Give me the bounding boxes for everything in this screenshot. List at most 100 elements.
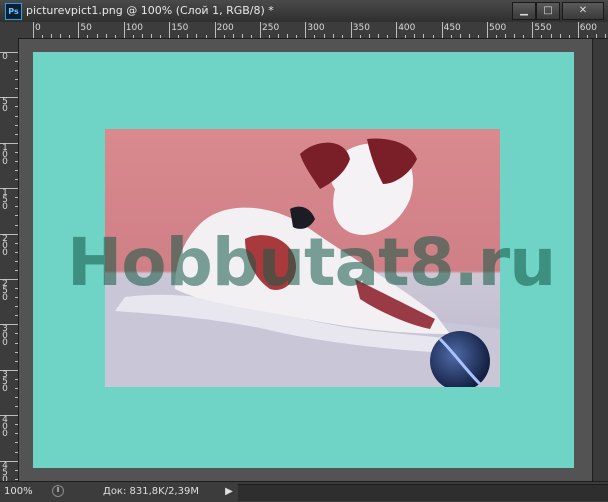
ruler-h-tick <box>441 22 443 38</box>
ruler-h-minor-tick <box>332 34 334 38</box>
vertical-scrollbar[interactable] <box>592 39 608 481</box>
ruler-h-minor-tick <box>523 35 525 38</box>
ruler-h-minor-tick <box>568 35 570 38</box>
ruler-h-minor-tick <box>69 35 71 38</box>
ruler-v-minor-tick <box>15 269 18 271</box>
canvas-workspace[interactable]: Hobbutat8.ru <box>19 39 608 481</box>
ruler-h-label: 500 <box>489 23 507 33</box>
ruler-h-minor-tick <box>468 34 470 38</box>
ruler-h-minor-tick <box>405 35 407 38</box>
ruler-v-minor-tick <box>15 170 18 172</box>
ruler-h-minor-tick <box>432 35 434 38</box>
ruler-h-minor-tick <box>132 35 134 38</box>
ruler-v-minor-tick <box>15 306 18 308</box>
ruler-h-tick <box>350 22 352 38</box>
photoshop-app-icon: Ps <box>5 3 22 20</box>
ruler-origin-corner[interactable] <box>0 22 19 39</box>
ruler-v-label: 350 <box>2 369 8 394</box>
ruler-h-minor-tick <box>196 34 198 38</box>
close-button[interactable]: ✕ <box>562 2 604 20</box>
document-size-info[interactable]: Док: 831,8K/2,39M <box>103 485 199 498</box>
minimize-button[interactable]: ▁ <box>512 2 536 20</box>
ruler-h-tick <box>396 22 398 38</box>
ruler-v-minor-tick <box>15 469 18 471</box>
ruler-h-label: 0 <box>35 23 41 33</box>
ruler-v-minor-tick <box>15 151 18 153</box>
ruler-h-minor-tick <box>359 35 361 38</box>
ruler-v-minor-tick <box>15 124 18 126</box>
watermark-text: Hobbutat8.ru <box>67 224 556 301</box>
ruler-h-minor-tick <box>42 35 44 38</box>
ruler-h-label: 200 <box>216 23 234 33</box>
ruler-h-minor-tick <box>269 35 271 38</box>
ruler-h-minor-tick <box>223 35 225 38</box>
ruler-h-label: 250 <box>262 23 280 33</box>
ruler-v-label: 200 <box>2 233 8 258</box>
document-title: picturevpict1.png @ 100% (Слой 1, RGB/8)… <box>26 4 274 17</box>
ruler-h-label: 100 <box>125 23 143 33</box>
ruler-h-minor-tick <box>114 35 116 38</box>
ruler-v-minor-tick <box>15 79 18 81</box>
ruler-h-minor-tick <box>323 34 325 38</box>
zoom-level-field[interactable]: 100% <box>4 485 40 498</box>
ruler-v-minor-tick <box>15 215 18 217</box>
ruler-h-minor-tick <box>387 35 389 38</box>
horizontal-ruler[interactable]: 0 50 100 150 200 250 300 350 400 450 500 550 600 <box>18 22 608 39</box>
ruler-v-label: 400 <box>2 415 8 440</box>
ruler-v-minor-tick <box>15 160 18 162</box>
vertical-ruler[interactable]: 0 50 100 150 200 250 300 350 400 450 <box>0 38 19 481</box>
ruler-h-minor-tick <box>205 35 207 38</box>
ruler-h-minor-tick <box>514 34 516 38</box>
ruler-h-label: 150 <box>171 23 189 33</box>
status-menu-arrow-icon[interactable]: ▶ <box>222 485 236 499</box>
ruler-h-tick <box>33 22 34 38</box>
ruler-v-minor-tick <box>15 378 18 380</box>
ruler-h-minor-tick <box>605 34 607 38</box>
ruler-h-minor-tick <box>559 34 561 38</box>
ruler-h-minor-tick <box>550 34 552 38</box>
ruler-h-minor-tick <box>141 34 143 38</box>
ruler-v-minor-tick <box>15 197 18 199</box>
ruler-v-label: 450 <box>2 460 8 481</box>
ruler-h-minor-tick <box>423 34 425 38</box>
ruler-h-label: 600 <box>579 23 597 33</box>
horizontal-scrollbar[interactable] <box>238 484 608 501</box>
ruler-v-minor-tick <box>15 315 18 317</box>
ruler-h-tick <box>123 22 125 38</box>
ruler-v-minor-tick <box>15 387 18 389</box>
ruler-h-tick <box>78 22 80 38</box>
ruler-v-label: 150 <box>2 188 8 213</box>
ruler-v-minor-tick <box>15 451 18 453</box>
ruler-v-minor-tick <box>15 424 18 426</box>
ruler-v-minor-tick <box>15 360 18 362</box>
ruler-v-minor-tick <box>15 61 18 63</box>
document-canvas[interactable]: Hobbutat8.ru <box>33 52 574 468</box>
ruler-h-minor-tick <box>296 35 298 38</box>
ruler-h-tick <box>214 22 216 38</box>
ruler-h-minor-tick <box>595 34 597 38</box>
ruler-v-label: 50 <box>2 97 8 115</box>
status-bar: 100% Док: 831,8K/2,39M ▶ <box>0 481 608 502</box>
ruler-v-minor-tick <box>15 70 18 72</box>
ruler-h-minor-tick <box>178 35 180 38</box>
ruler-v-minor-tick <box>15 288 18 290</box>
ruler-v-label: 250 <box>2 279 8 303</box>
ruler-h-minor-tick <box>505 34 507 38</box>
ruler-h-tick <box>305 22 307 38</box>
ruler-h-minor-tick <box>250 35 252 38</box>
ruler-h-minor-tick <box>232 34 234 38</box>
ruler-h-minor-tick <box>241 34 243 38</box>
ruler-h-minor-tick <box>341 35 343 38</box>
ruler-h-label: 450 <box>443 23 461 33</box>
ruler-h-label: 300 <box>307 23 325 33</box>
ruler-h-tick <box>260 22 261 38</box>
ruler-h-label: 400 <box>398 23 416 33</box>
timing-icon[interactable] <box>52 485 64 497</box>
ruler-h-tick <box>577 22 579 38</box>
maximize-button[interactable]: □ <box>536 2 560 20</box>
ruler-v-minor-tick <box>15 106 18 108</box>
ruler-h-minor-tick <box>477 35 479 38</box>
ruler-h-minor-tick <box>96 34 98 38</box>
ruler-v-minor-tick <box>15 406 18 408</box>
title-bar[interactable]: Ps picturevpict1.png @ 100% (Слой 1, RGB… <box>0 0 608 23</box>
